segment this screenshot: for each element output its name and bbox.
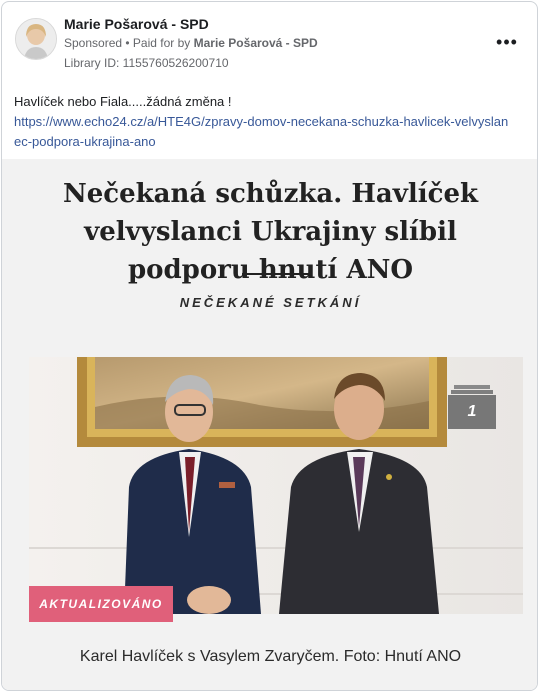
ad-creative[interactable]: Nečekaná schůzka. Havlíček velvyslanci U… bbox=[2, 159, 537, 690]
more-options-button[interactable]: ••• bbox=[494, 29, 520, 55]
photo-caption: Karel Havlíček s Vasylem Zvaryčem. Foto:… bbox=[79, 648, 462, 665]
gallery-stack-layer bbox=[454, 385, 490, 389]
more-horizontal-icon: ••• bbox=[496, 32, 518, 52]
updated-badge: AKTUALIZOVÁNO bbox=[29, 586, 173, 622]
post-link[interactable]: https://www.echo24.cz/a/HTE4G/zpravy-dom… bbox=[14, 114, 508, 149]
page-name[interactable]: Marie Pošarová - SPD bbox=[64, 16, 209, 32]
gallery-stack-layer bbox=[451, 390, 493, 394]
article-headline: Nečekaná schůzka. Havlíček velvyslanci U… bbox=[62, 179, 478, 285]
avatar[interactable] bbox=[15, 18, 57, 60]
sponsored-line: Sponsored • Paid for by Marie Pošarová -… bbox=[64, 36, 318, 50]
avatar-image bbox=[16, 19, 56, 59]
gallery-counter-badge: 1 bbox=[448, 395, 496, 429]
paid-for-name[interactable]: Marie Pošarová - SPD bbox=[194, 36, 318, 50]
article-kicker: NEČEKANÉ SETKÁNÍ bbox=[179, 295, 362, 310]
post-body: Havlíček nebo Fiala.....žádná změna ! ht… bbox=[14, 92, 514, 152]
ad-card: Marie Pošarová - SPD Sponsored • Paid fo… bbox=[1, 1, 538, 691]
post-text: Havlíček nebo Fiala.....žádná změna ! bbox=[14, 94, 232, 109]
headline-divider bbox=[242, 273, 309, 275]
library-id: Library ID: 1155760526200710 bbox=[64, 56, 229, 70]
meta-separator: • bbox=[122, 36, 133, 50]
sponsored-label: Sponsored bbox=[64, 36, 123, 50]
paid-for-prefix: Paid for by bbox=[132, 36, 194, 50]
